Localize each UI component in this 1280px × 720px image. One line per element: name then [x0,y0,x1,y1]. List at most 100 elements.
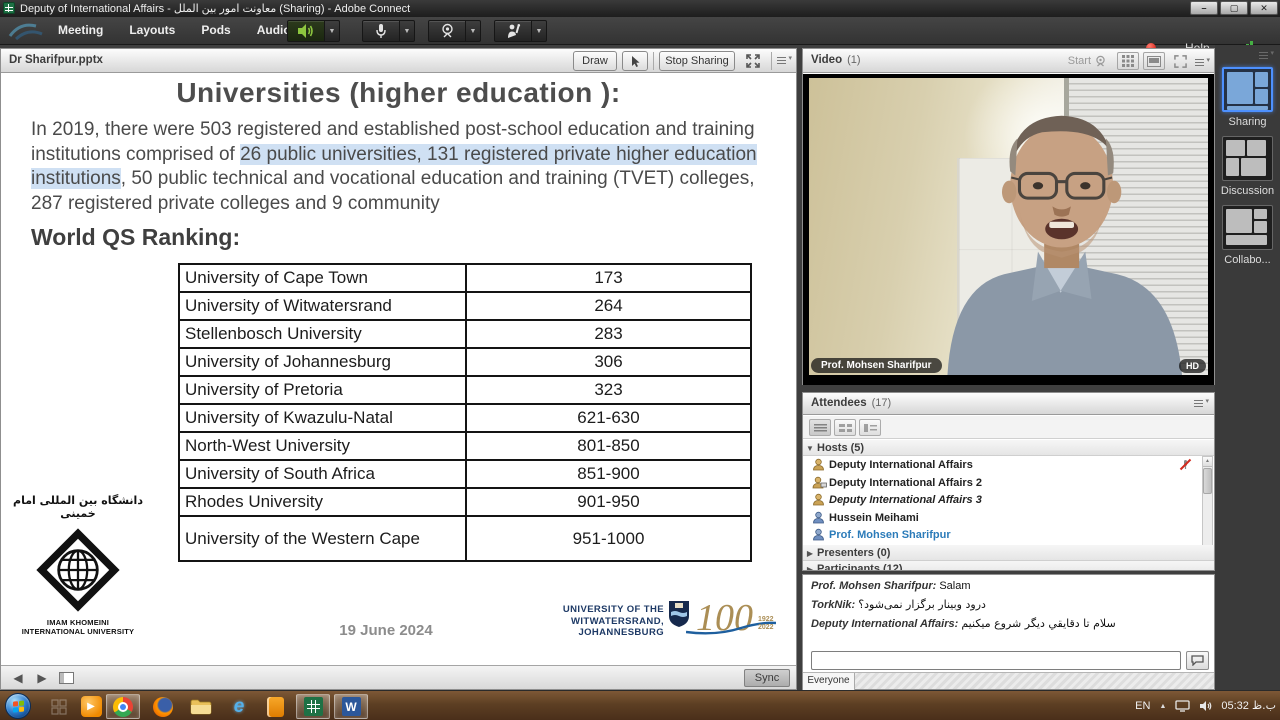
taskbar-ie-icon[interactable]: e [222,694,256,719]
taskbar-firefox-icon[interactable] [146,694,180,719]
rank-cell: 323 [466,376,751,404]
minimize-button[interactable]: – [1190,1,1218,15]
volume-icon[interactable] [1199,700,1212,712]
layout-label-discussion[interactable]: Discussion [1215,185,1280,197]
ikiu-calligraphy: دانشگاه بین المللی امام خمینی [7,494,149,520]
share-pod-menu-icon[interactable] [777,56,790,66]
tray-expand-icon[interactable]: ▲ [1159,703,1166,710]
participant-user-icon [812,528,825,541]
ranking-heading: World QS Ranking: [31,224,240,251]
taskbar-explorer-icon[interactable] [184,694,218,719]
hd-badge: HD [1179,359,1206,373]
video-pod-menu-icon[interactable] [1195,58,1208,68]
menu-audio[interactable]: Audio [257,23,291,37]
folder-icon [190,698,212,715]
layout-label-sharing[interactable]: Sharing [1215,116,1280,128]
scrollbar-thumb[interactable] [1203,468,1212,494]
stop-sharing-button[interactable]: Stop Sharing [659,51,735,71]
sync-button[interactable]: Sync [744,669,790,687]
attendee-status-view-button[interactable] [859,419,881,436]
attendee-row[interactable]: Deputy International Affairs 2 [803,474,1202,492]
taskbar-pinned-app-icon[interactable] [42,694,76,719]
attendee-row[interactable]: Prof. Mohsen Sharifpur [803,526,1202,544]
taskbar-adobe-connect-icon[interactable] [296,694,330,719]
start-button[interactable] [5,693,31,719]
layout-sidebar-menu-icon[interactable] [1259,51,1272,61]
filmstrip-view-button[interactable] [1143,52,1165,70]
maximize-button[interactable]: ▢ [1220,1,1248,15]
chat-message: TorkNik: درود وبينار برگزار نمی‌شود؟ [811,598,1206,611]
grid-view-button[interactable] [1117,52,1139,70]
chat-messages: Prof. Mohsen Sharifpur: Salam TorkNik: د… [811,580,1206,636]
scroll-up-icon[interactable]: ▲ [1203,457,1212,467]
attendee-row[interactable]: Hussein Meihami [803,509,1202,527]
speaker-name-label: Prof. Mohsen Sharifpur [811,358,942,373]
share-pod: Dr Sharifpur.pptx Draw Stop Sharing [0,48,797,690]
clock[interactable]: 05:32 ب.ظ [1221,700,1276,712]
next-slide-button[interactable]: ▶ [33,670,51,686]
chat-input[interactable] [811,651,1181,670]
table-row: University of Pretoria323 [179,376,751,404]
attendee-list-view-button[interactable] [809,419,831,436]
video-fullscreen-button[interactable] [1169,52,1191,70]
speaker-dropdown[interactable]: ▼ [325,20,340,42]
presenters-group-header[interactable]: ▶Presenters (0) [803,545,1214,561]
host-user-icon [812,493,825,506]
taskbar-chrome-icon[interactable] [106,694,140,719]
video-pod-title: Video(1) [811,54,861,66]
close-button[interactable]: ✕ [1250,1,1278,15]
raise-hand-button[interactable] [494,20,532,42]
university-cell: University of Johannesburg [179,348,466,376]
microphone-dropdown[interactable]: ▼ [400,20,415,42]
attendee-row[interactable]: Deputy International Affairs 3 [803,491,1202,509]
rank-cell: 283 [466,320,751,348]
microphone-icon [374,23,388,39]
layout-thumbnail-sharing[interactable] [1222,67,1273,112]
university-cell: University of Cape Town [179,264,466,292]
layout-label-collaboration[interactable]: Collabo... [1215,254,1280,266]
send-message-button[interactable] [1186,651,1209,670]
pointer-tool-button[interactable] [622,51,648,71]
hosts-group-header[interactable]: ▼Hosts (5) [803,440,1214,456]
webcam-button[interactable] [428,20,466,42]
university-cell: University of the Western Cape [179,516,466,561]
webcam-dropdown[interactable]: ▼ [466,20,481,42]
taskbar-media-player-icon[interactable]: ▶ [74,694,108,719]
taskbar-orange-app-icon[interactable] [258,694,292,719]
rank-cell: 851-900 [466,460,751,488]
menu-pods[interactable]: Pods [201,23,230,37]
attendees-pod-title: Attendees(17) [811,397,891,409]
fullscreen-button[interactable] [740,51,766,71]
draw-button[interactable]: Draw [573,51,617,71]
attendees-pod: Attendees(17) ▼Hosts (5) Deputy Inter [802,392,1215,571]
sidebar-toggle-button[interactable] [59,672,74,684]
attendee-row[interactable]: Deputy International Affairs [803,456,1202,474]
host-sharing-user-icon [812,476,827,489]
previous-slide-button[interactable]: ◀ [9,670,27,686]
chat-tab-bar: Everyone [803,672,1214,689]
breakout-view-button[interactable] [834,419,856,436]
speaker-button[interactable] [287,20,325,42]
microphone-button[interactable] [362,20,400,42]
display-network-icon[interactable] [1175,700,1190,712]
tab-everyone[interactable]: Everyone [803,673,855,690]
layout-thumbnail-discussion[interactable] [1222,136,1273,181]
start-webcam-button[interactable]: Start [1062,53,1113,69]
fullscreen-icon [746,54,760,68]
table-row: University of Kwazulu-Natal621-630 [179,404,751,432]
university-cell: North-West University [179,432,466,460]
qs-ranking-table: University of Cape Town173 University of… [178,263,752,562]
university-cell: Stellenbosch University [179,320,466,348]
layout-thumbnail-collaboration[interactable] [1222,205,1273,250]
taskbar-word-icon[interactable]: W [334,694,368,719]
language-indicator[interactable]: EN [1135,700,1150,712]
attendees-toolbar [803,416,1214,439]
rank-cell: 306 [466,348,751,376]
attendees-pod-menu-icon[interactable] [1194,399,1207,409]
menu-layouts[interactable]: Layouts [129,23,175,37]
participants-group-header[interactable]: ▶Participants (12) [803,561,1214,570]
title-bar: Deputy of International Affairs - معاونت… [0,0,1280,17]
raise-hand-dropdown[interactable]: ▼ [532,20,547,42]
menu-meeting[interactable]: Meeting [58,23,103,37]
breakout-view-icon [839,424,852,432]
